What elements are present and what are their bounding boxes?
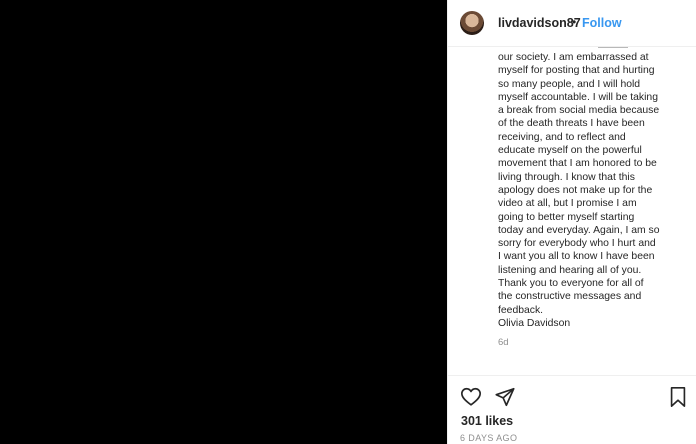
post-date[interactable]: 6 DAYS AGO xyxy=(460,433,517,443)
caption-text: our society. I am embarrassed at myself … xyxy=(498,51,688,330)
caption-line: listening and hearing all of you. xyxy=(498,264,642,276)
bookmark-icon[interactable] xyxy=(668,386,688,408)
caption-line: so many people, and I will hold xyxy=(498,78,641,90)
post-actions: 301 likes 6 DAYS AGO xyxy=(448,375,696,444)
caption-line: the constructive messages and xyxy=(498,291,642,303)
caption-line: sorry for everybody who I hurt and xyxy=(498,238,656,250)
caption-line: a break from social media because xyxy=(498,105,660,117)
post-media[interactable] xyxy=(0,0,447,444)
caption-line: myself accountable. I will be taking xyxy=(498,91,658,103)
follow-button[interactable]: Follow xyxy=(582,16,622,30)
heart-icon[interactable] xyxy=(460,386,482,408)
likes-count[interactable]: 301 likes xyxy=(461,414,513,428)
caption-line: receiving, and to reflect and xyxy=(498,131,626,143)
caption-line: apology does not make up for the xyxy=(498,184,653,196)
username-link[interactable]: livdavidson87 xyxy=(498,16,581,30)
caption-line: of the death threats I have been xyxy=(498,118,645,130)
caption-line: video at all, but I promise I am xyxy=(498,198,637,210)
caption-line: living through. I know that this xyxy=(498,171,635,183)
post-header: livdavidson87 • Follow xyxy=(448,0,696,47)
caption-line: Thank you to everyone for all of xyxy=(498,278,644,290)
caption-timestamp[interactable]: 6d xyxy=(498,337,509,348)
separator-dot: • xyxy=(572,15,577,29)
avatar[interactable] xyxy=(460,11,484,35)
caption-line: myself for posting that and hurting xyxy=(498,65,655,77)
paper-plane-icon[interactable] xyxy=(494,386,516,408)
caption-line: movement that I am honored to be xyxy=(498,158,657,170)
caption-line: I want you all to know I have been xyxy=(498,251,655,263)
caption-line: feedback. xyxy=(498,304,544,316)
comments-scroll-area[interactable]: our society. I am embarrassed at myself … xyxy=(448,47,696,347)
caption-line: going to better myself starting xyxy=(498,211,635,223)
caption-line: our society. I am embarrassed at xyxy=(498,52,649,63)
caption-line: today and everyday. Again, I am so xyxy=(498,224,660,236)
caption-signature: Olivia Davidson xyxy=(498,317,571,329)
caption-line: educate myself on the powerful xyxy=(498,145,642,157)
post-side-panel: livdavidson87 • Follow our society. I am… xyxy=(447,0,696,444)
